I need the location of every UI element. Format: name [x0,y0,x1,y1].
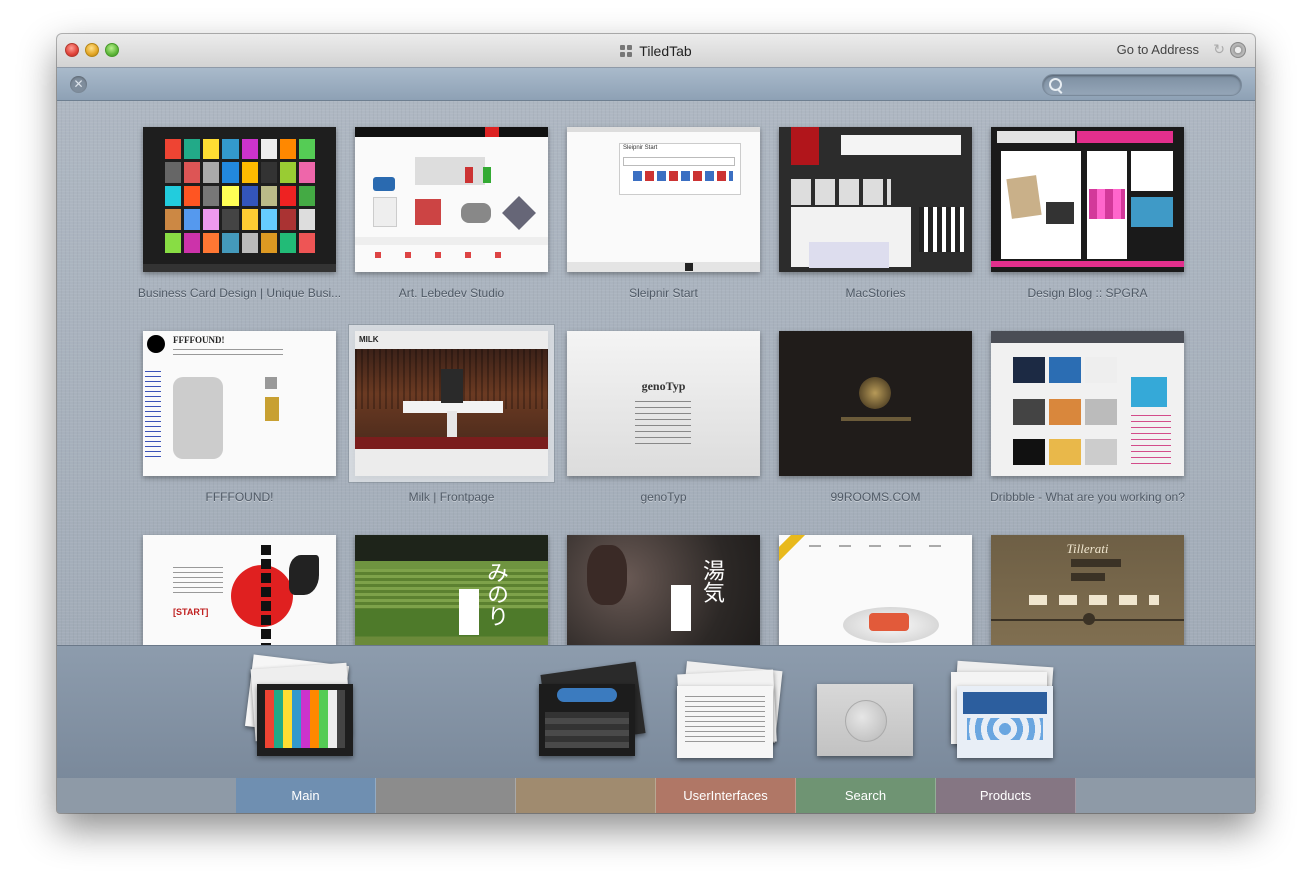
tile-thumbnail[interactable]: みのり [355,535,548,645]
tile-thumbnail[interactable] [355,127,548,272]
tile-caption: Sleipnir Start [629,286,698,300]
group-tab-main[interactable]: Main [236,778,376,813]
gear-icon[interactable] [1230,42,1246,58]
tile[interactable]: [START] [143,535,336,645]
fffound-thumb-logo: FFFFOUND! [173,335,225,345]
tile[interactable]: Sleipnir Start Sleipnir Start [567,127,760,300]
tile[interactable]: MILK Milk | Frontpage [349,325,554,504]
tile[interactable]: 湯気 [567,535,760,645]
group-tab-search[interactable]: Search [796,778,936,813]
tile[interactable]: Design Blog :: SPGRA [991,127,1184,300]
group-stack-2[interactable] [535,660,655,770]
tile[interactable]: MacStories [779,127,972,300]
tile[interactable]: Business Card Design | Unique Busi... [138,127,341,300]
tile-thumbnail[interactable]: MILK [349,325,554,482]
tile-thumbnail[interactable]: FFFFOUND! [143,331,336,476]
group-tab-userinterfaces[interactable]: UserInterfaces [656,778,796,813]
tile-thumbnail[interactable]: Sleipnir Start [567,127,760,272]
tile-caption: MacStories [845,286,906,300]
tile[interactable]: Tillerati [991,535,1184,645]
tile[interactable]: みのり [355,535,548,645]
window-title: TiledTab [639,42,692,59]
search-input[interactable] [1065,77,1237,95]
tile-caption: genoTyp [640,490,687,504]
milk-thumb-logo: MILK [359,335,379,344]
group-stack-main[interactable] [244,654,385,768]
tile[interactable]: 99ROOMS.COM [779,331,972,504]
tile-thumbnail[interactable]: genoTyp [567,331,760,476]
tiledtab-window: TiledTab Go to Address ↻ ✕ Business Card… [57,34,1255,813]
window-title-area: TiledTab [57,34,1255,67]
tile-thumbnail[interactable] [991,331,1184,476]
tiles-app-icon [620,44,633,57]
tile-grid: Business Card Design | Unique Busi... Ar… [57,101,1255,645]
tile-caption: FFFFOUND! [205,490,274,504]
start-thumb-label: [START] [173,607,209,617]
genotyp-thumb-title: genoTyp [641,379,686,393]
tile-caption: Business Card Design | Unique Busi... [137,286,342,300]
tile[interactable]: genoTyp genoTyp [567,331,760,504]
tile[interactable]: Art. Lebedev Studio [355,127,548,300]
search-field[interactable] [1042,74,1242,96]
tile-thumbnail[interactable] [779,127,972,272]
group-tab-3[interactable] [516,778,656,813]
tile-caption: Dribbble - What are you working on? [990,490,1185,504]
tile-caption: Design Blog :: SPGRA [1027,286,1148,300]
tile-caption: 99ROOMS.COM [830,490,921,504]
tile[interactable]: FFFFOUND! FFFFOUND! [143,331,336,504]
search-icon [1049,78,1062,91]
tile[interactable] [779,535,972,645]
group-tab-2[interactable] [376,778,516,813]
tile-thumbnail[interactable]: 湯気 [567,535,760,645]
globe-icon [845,700,887,742]
minori-thumb-title: みのり [483,561,508,627]
tile-thumbnail[interactable] [779,535,972,645]
tile-caption: Art. Lebedev Studio [398,286,505,300]
yuge-thumb-title: 湯気 [699,559,724,603]
group-stacks [57,645,1255,779]
group-tab-bar: Main UserInterfaces Search Products [57,778,1255,813]
tile-thumbnail[interactable] [143,127,336,272]
tile-caption: Milk | Frontpage [408,490,495,504]
group-stack-5[interactable] [947,660,1067,770]
close-icon[interactable]: ✕ [70,76,87,93]
tile-thumbnail[interactable] [779,331,972,476]
group-stack-4[interactable] [815,682,915,762]
tile-thumbnail[interactable] [991,127,1184,272]
tillerati-thumb-title: Tillerati [1066,541,1109,556]
titlebar: TiledTab Go to Address ↻ [57,34,1255,68]
go-to-address-button[interactable]: Go to Address [1117,42,1199,57]
tile[interactable]: Dribbble - What are you working on? [990,331,1185,504]
toolbar: ✕ [57,68,1255,101]
tile-thumbnail[interactable]: [START] [143,535,336,645]
group-stack-3[interactable] [673,661,793,772]
group-tab-products[interactable]: Products [936,778,1076,813]
tile-thumbnail[interactable]: Tillerati [991,535,1184,645]
sleipnir-thumb-title: Sleipnir Start [623,145,658,151]
reload-icon[interactable]: ↻ [1213,41,1225,58]
